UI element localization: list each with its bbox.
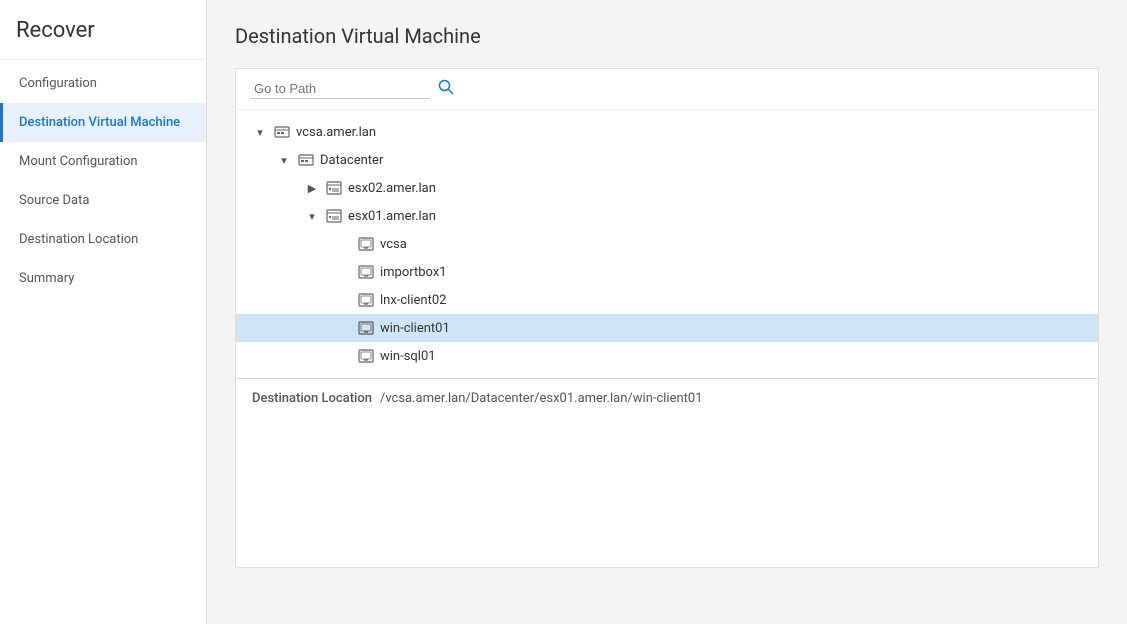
vm-icon xyxy=(357,263,375,281)
tree-container: ▾ vcsa.amer.lan ▾ Datacenter ▶ xyxy=(235,68,1099,568)
toggle-icon[interactable]: ▾ xyxy=(276,154,292,167)
host-icon xyxy=(325,207,343,225)
toggle-icon[interactable]: ▾ xyxy=(304,210,320,223)
sidebar-item-label: Mount Configuration xyxy=(19,154,138,169)
destination-location-bar: Destination Location /vcsa.amer.lan/Data… xyxy=(236,378,1098,418)
search-input[interactable] xyxy=(250,79,430,99)
tree-node-esx02-amer-lan[interactable]: ▶ esx02.amer.lan xyxy=(236,174,1098,202)
vm-icon xyxy=(357,347,375,365)
tree-node-win-client01[interactable]: win-client01 xyxy=(236,314,1098,342)
tree-node-importbox1[interactable]: importbox1 xyxy=(236,258,1098,286)
node-label: lnx-client02 xyxy=(380,293,446,308)
sidebar-item-source-data[interactable]: Source Data xyxy=(0,181,206,220)
sidebar-item-label: Configuration xyxy=(19,76,97,91)
tree-scroll-area[interactable]: ▾ vcsa.amer.lan ▾ Datacenter ▶ xyxy=(236,110,1098,378)
tree-node-datacenter[interactable]: ▾ Datacenter xyxy=(236,146,1098,174)
sidebar-item-label: Summary xyxy=(19,271,74,286)
datacenter-icon xyxy=(273,123,291,141)
sidebar-item-label: Destination Virtual Machine xyxy=(19,115,180,130)
sidebar-item-mount-configuration[interactable]: Mount Configuration xyxy=(0,142,206,181)
vm-icon xyxy=(357,319,375,337)
sidebar-item-summary[interactable]: Summary xyxy=(0,259,206,298)
sidebar-item-destination-virtual-machine[interactable]: Destination Virtual Machine xyxy=(0,103,206,142)
sidebar: Recover Configuration Destination Virtua… xyxy=(0,0,207,624)
node-label: vcsa xyxy=(380,237,407,252)
node-label: Datacenter xyxy=(320,153,383,168)
sidebar-item-label: Destination Location xyxy=(19,232,138,247)
vm-icon xyxy=(357,291,375,309)
node-label: importbox1 xyxy=(380,265,447,280)
main-content: Destination Virtual Machine ▾ vcsa.amer. xyxy=(207,0,1127,624)
node-label: win-client01 xyxy=(380,321,450,336)
node-label: win-sql01 xyxy=(380,349,436,364)
search-icon[interactable] xyxy=(438,79,454,99)
datacenter-icon xyxy=(297,151,315,169)
sidebar-item-destination-location[interactable]: Destination Location xyxy=(0,220,206,259)
host-icon xyxy=(325,179,343,197)
tree-node-win-sql01[interactable]: win-sql01 xyxy=(236,342,1098,370)
toggle-icon[interactable]: ▾ xyxy=(252,126,268,139)
sidebar-item-configuration[interactable]: Configuration xyxy=(0,64,206,103)
node-label: esx01.amer.lan xyxy=(348,209,436,224)
dest-location-value: /vcsa.amer.lan/Datacenter/esx01.amer.lan… xyxy=(380,391,703,406)
search-bar xyxy=(236,69,1098,110)
tree-node-esx01-amer-lan[interactable]: ▾ esx01.amer.lan xyxy=(236,202,1098,230)
tree-node-vcsa-amer-lan[interactable]: ▾ vcsa.amer.lan xyxy=(236,118,1098,146)
page-title: Destination Virtual Machine xyxy=(235,24,1099,48)
node-label: esx02.amer.lan xyxy=(348,181,436,196)
vm-icon xyxy=(357,235,375,253)
app-title: Recover xyxy=(0,0,206,60)
sidebar-nav: Configuration Destination Virtual Machin… xyxy=(0,60,206,298)
tree-node-lnx-client02[interactable]: lnx-client02 xyxy=(236,286,1098,314)
toggle-icon[interactable]: ▶ xyxy=(304,182,320,195)
tree-node-vcsa[interactable]: vcsa xyxy=(236,230,1098,258)
sidebar-item-label: Source Data xyxy=(19,193,89,208)
node-label: vcsa.amer.lan xyxy=(296,125,376,140)
dest-location-label: Destination Location xyxy=(252,391,372,406)
